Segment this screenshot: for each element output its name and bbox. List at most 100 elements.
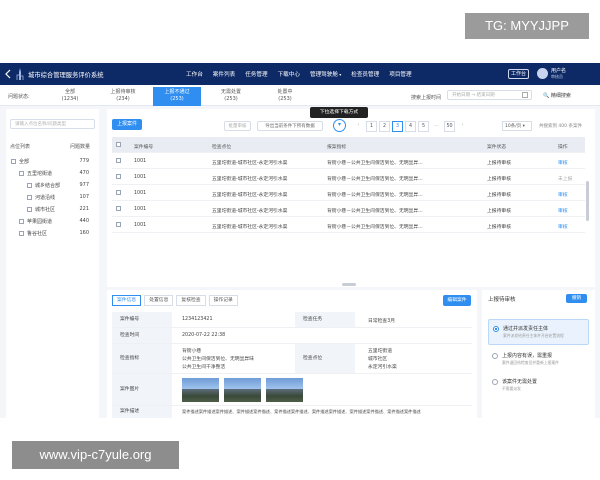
point-label: 检查点位	[295, 344, 355, 373]
status-tab-pending-review[interactable]: 上报待审核 (234)	[99, 87, 147, 106]
status-tab-label: 无需处置	[220, 89, 241, 95]
tree-node-urban-rural[interactable]: 城乡结合部 977	[6, 181, 99, 191]
photos-label: 案件图片	[112, 374, 172, 405]
download-dropdown-icon[interactable]: ▾	[333, 119, 346, 132]
cell-indicator: 背街小巷－公共卫生间保洁到位、无明显异...	[327, 193, 423, 198]
cell-status: 上报待审核	[487, 193, 511, 198]
tree-node-all[interactable]: 全部 779	[6, 157, 99, 167]
page-button-active[interactable]: 3	[392, 121, 403, 132]
page-button[interactable]: 2	[379, 121, 390, 132]
row-checkbox[interactable]	[116, 206, 121, 211]
status-tab-label: 处置中	[277, 89, 293, 95]
detail-row: 案件描述 案件描述案件描述案件描述、案件描述案件描述、案件描述案件描述、案件描述…	[112, 406, 472, 418]
tree-checkbox[interactable]	[27, 195, 32, 200]
tree-checkbox[interactable]	[19, 171, 24, 176]
pagination: ‹ 1 2 3 4 5 ... 50 ›	[353, 121, 470, 132]
cell-indicator: 背街小巷－公共卫生间保洁到位、无明显异...	[327, 209, 423, 214]
option-approve-dispatch[interactable]: 通过并派发责任主体 案件派发给责任主体并开启处置流程	[488, 319, 589, 345]
avatar[interactable]	[537, 68, 548, 79]
cell-indicator: 背街小巷－公共卫生间保洁到位、无明显异...	[327, 161, 423, 166]
workbench-button[interactable]: 工作台	[508, 69, 529, 79]
back-arrow-icon[interactable]	[4, 69, 12, 79]
tab-disposal-info[interactable]: 处置信息	[144, 295, 174, 306]
status-tab-no-action[interactable]: 无需处置 (253)	[207, 87, 255, 106]
case-photo[interactable]	[224, 378, 261, 402]
app-title: 城市综合管理服务评价系统	[28, 72, 104, 79]
review-link[interactable]: 审核	[558, 223, 568, 230]
page-button[interactable]: 50	[444, 121, 455, 132]
nav-download-center[interactable]: 下载中心	[278, 70, 300, 78]
review-link[interactable]: 审核	[558, 207, 568, 214]
tree-node-lugu[interactable]: 鲁谷社区 160	[6, 229, 99, 239]
table-row[interactable]: 1001 五里坨街道-城市社区-永定河引水渠 背街小巷－公共卫生间保洁到位、无明…	[112, 217, 585, 233]
table-scrollbar[interactable]	[586, 181, 589, 221]
nav-inspector-management[interactable]: 检查员管理	[351, 70, 379, 78]
nav-workbench[interactable]: 工作台	[186, 70, 203, 78]
export-all-button[interactable]: 导出当前条件下所有数据	[257, 121, 323, 131]
option-subtitle: 案件派发给责任主体并开启处置流程	[503, 333, 564, 338]
row-checkbox[interactable]	[116, 190, 121, 195]
option-no-disposal[interactable]: 该案件无需处置 不需要派发	[488, 373, 589, 399]
page-button[interactable]: 1	[366, 121, 377, 132]
status-tab-label: 上报不通过	[164, 89, 190, 95]
select-all-checkbox[interactable]	[116, 142, 121, 147]
col-header-point: 检查点位	[212, 145, 232, 150]
nav-task-management[interactable]: 任务管理	[245, 70, 267, 78]
tree-checkbox[interactable]	[11, 159, 16, 164]
tree-node-wulituo[interactable]: 五里坨街道 470	[6, 169, 99, 179]
radio[interactable]	[492, 379, 498, 385]
next-page-icon[interactable]: ›	[457, 121, 468, 132]
tab-operation-log[interactable]: 操作记录	[208, 295, 238, 306]
report-case-button[interactable]: 上报案件	[112, 119, 142, 130]
option-resubmit[interactable]: 上报内容有误，需重报 案件退回给检查员并重新上报案件	[488, 347, 589, 373]
tree-node-pingguoyuan[interactable]: 苹果园街道 440	[6, 217, 99, 227]
table-row[interactable]: 1001 五里坨街道-城市社区-永定河引水渠 背街小巷－公共卫生间保洁到位、无明…	[112, 153, 585, 169]
case-photo[interactable]	[182, 378, 219, 402]
nav-case-list[interactable]: 案件列表	[213, 70, 235, 78]
tree-search-input[interactable]: 请输入点位名称/问题类型	[10, 119, 95, 129]
panel-resize-handle[interactable]	[342, 283, 356, 286]
nav-cockpit[interactable]: 管理驾驶舱	[310, 70, 341, 78]
cell-case-no: 1001	[134, 175, 147, 180]
review-link[interactable]: 审核	[558, 191, 568, 198]
table-row[interactable]: 1001 五里坨街道-城市社区-永定河引水渠 背街小巷－公共卫生间保洁到位、无明…	[112, 201, 585, 217]
radio[interactable]	[492, 353, 498, 359]
prev-page-icon[interactable]: ‹	[353, 121, 364, 132]
tree-node-city-community[interactable]: 城市社区 221	[6, 205, 99, 215]
nav-project-management[interactable]: 项目管理	[389, 70, 411, 78]
row-checkbox[interactable]	[116, 158, 121, 163]
batch-review-button[interactable]: 批量审核	[224, 121, 251, 131]
tree-checkbox[interactable]	[27, 207, 32, 212]
status-tab-all[interactable]: 全部 (1234)	[46, 87, 94, 106]
tab-case-info[interactable]: 案件信息	[112, 295, 142, 306]
page-button[interactable]: 4	[405, 121, 416, 132]
tree-node-count: 440	[79, 218, 89, 224]
advanced-search-button[interactable]: 🔍 精细搜索	[543, 92, 571, 99]
table-row[interactable]: 1001 五里坨街道-城市社区-永定河引水渠 背街小巷－公共卫生间保洁到位、无明…	[112, 185, 585, 201]
time-value: 2020-07-22 22:38	[182, 333, 226, 338]
total-count: 共搜索到 400 条案件	[539, 124, 582, 129]
status-tab-in-progress[interactable]: 处置中 (253)	[261, 87, 309, 106]
tree-checkbox[interactable]	[27, 183, 32, 188]
date-range-input[interactable]: 开始日期 → 结束日期	[447, 90, 532, 100]
row-checkbox[interactable]	[116, 222, 121, 227]
main-nav: 工作台 案件列表 任务管理 下载中心 管理驾驶舱 检查员管理 项目管理	[186, 70, 422, 78]
page-size-select[interactable]: 10条/页 ▾	[502, 121, 532, 131]
row-checkbox[interactable]	[116, 174, 121, 179]
review-link[interactable]: 审核	[558, 159, 568, 166]
tree-checkbox[interactable]	[19, 231, 24, 236]
tree-node-riverside[interactable]: 河道沿线 107	[6, 193, 99, 203]
tab-recheck[interactable]: 复核检查	[176, 295, 206, 306]
edit-case-button[interactable]: 编辑案件	[443, 295, 471, 306]
tree-checkbox[interactable]	[19, 219, 24, 224]
indicator-line: 背街小巷	[182, 349, 202, 354]
case-photo[interactable]	[266, 378, 303, 402]
case-no-value: 1234123421	[182, 317, 213, 322]
status-tab-rejected[interactable]: 上报不通过 (253)	[153, 87, 201, 106]
tree-node-label: 城乡结合部	[35, 183, 61, 189]
radio-selected[interactable]	[493, 326, 499, 332]
point-line: 永定河引水渠	[368, 365, 397, 370]
table-row[interactable]: 1001 五里坨街道-城市社区-永定河引水渠 背街小巷－公共卫生间保洁到位、无明…	[112, 169, 585, 185]
undo-button[interactable]: 撤销	[566, 294, 587, 303]
page-button[interactable]: 5	[418, 121, 429, 132]
